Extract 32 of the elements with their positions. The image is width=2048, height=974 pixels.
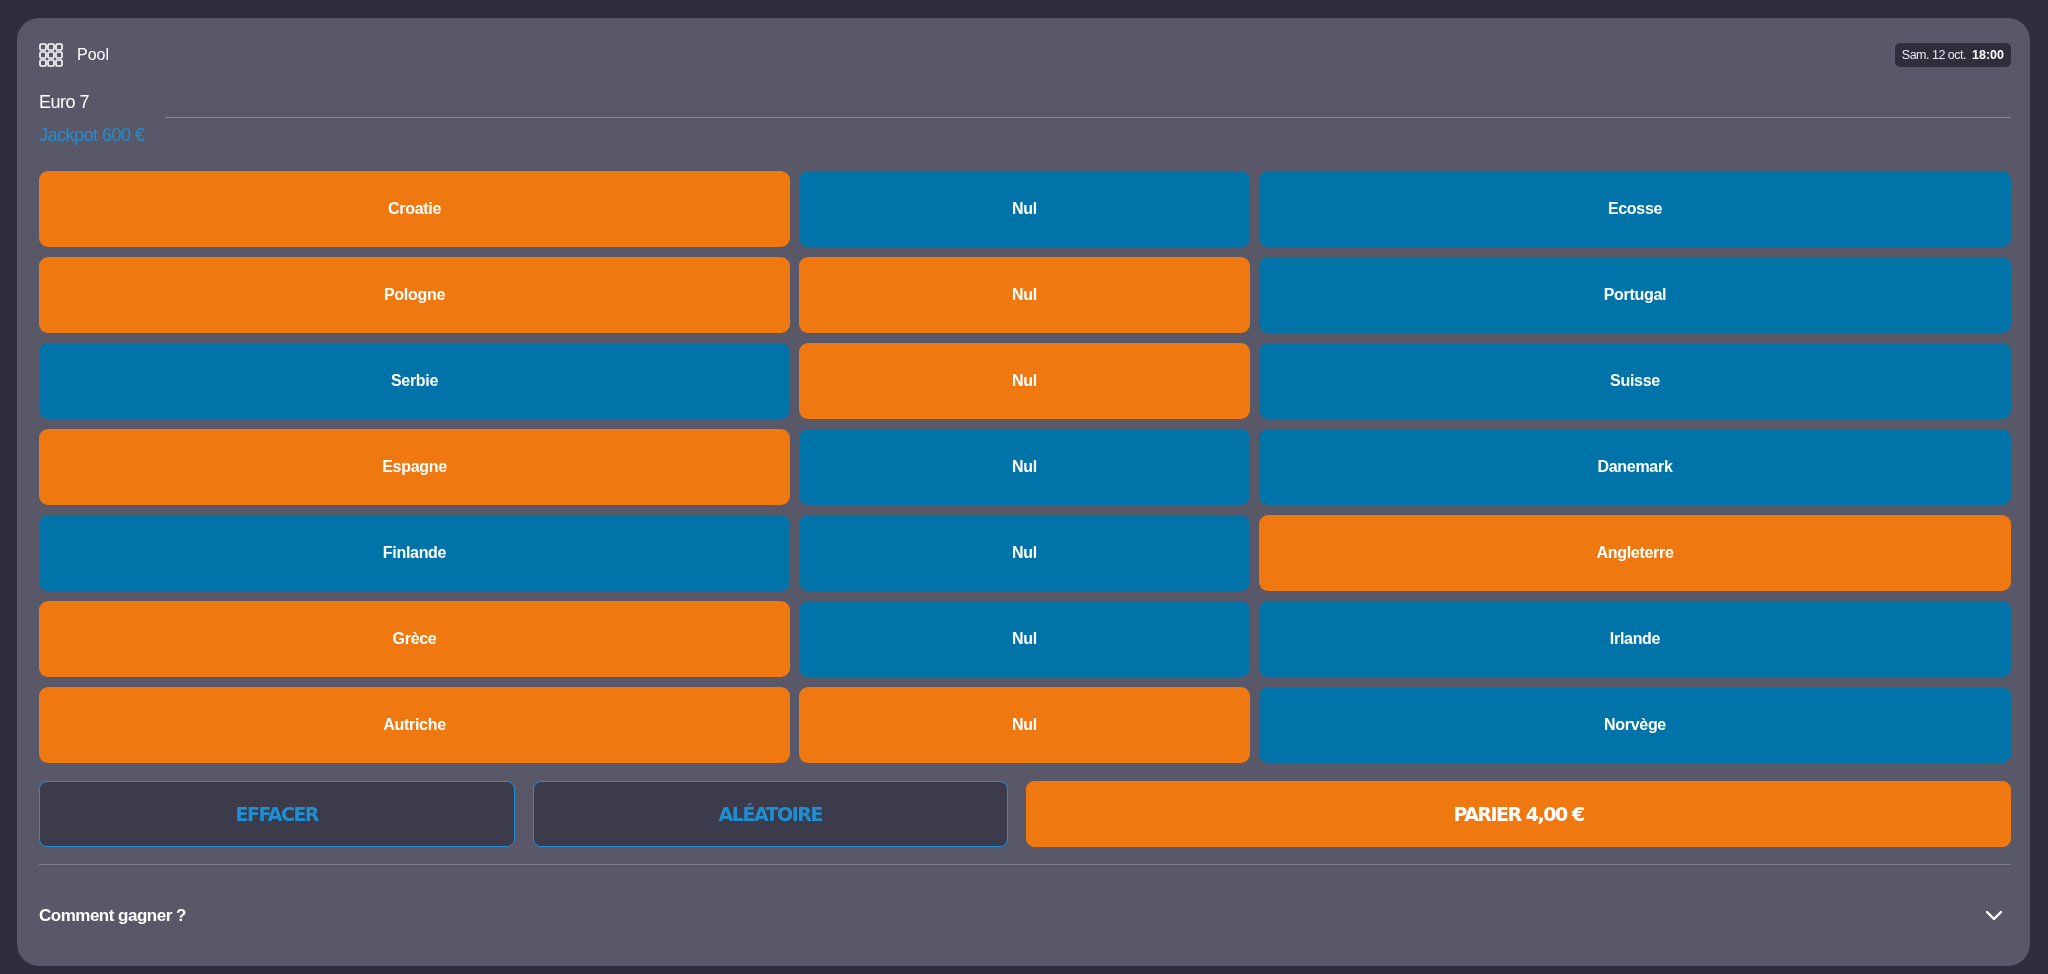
- outcome-option[interactable]: Nul: [799, 687, 1250, 763]
- how-to-win-label[interactable]: Comment gagner ?: [39, 905, 186, 926]
- outcome-option[interactable]: Danemark: [1259, 429, 2011, 505]
- outcome-option[interactable]: Nul: [799, 429, 1250, 505]
- outcome-option[interactable]: Irlande: [1259, 601, 2011, 677]
- outcome-option[interactable]: Nul: [799, 257, 1250, 333]
- grid-icon: [39, 43, 63, 67]
- outcome-option[interactable]: Grèce: [39, 601, 790, 677]
- match-date: Sam. 12 oct.: [1901, 48, 1966, 62]
- match-time: 18:00: [1972, 48, 2004, 62]
- action-button[interactable]: EFFACER: [39, 781, 515, 847]
- outcome-option[interactable]: Finlande: [39, 515, 790, 591]
- outcome-option[interactable]: Nul: [799, 515, 1250, 591]
- outcome-option[interactable]: Serbie: [39, 343, 790, 419]
- outcome-option[interactable]: Nul: [799, 601, 1250, 677]
- game-name: Euro 7: [39, 92, 91, 113]
- outcome-option[interactable]: Ecosse: [1259, 171, 2011, 247]
- outcome-option[interactable]: Suisse: [1259, 343, 2011, 419]
- outcome-option[interactable]: Nul: [799, 343, 1250, 419]
- jackpot-amount: Jackpot 600 €: [39, 125, 145, 146]
- outcome-option[interactable]: Angleterre: [1259, 515, 2011, 591]
- bet-button[interactable]: PARIER 4,00 €: [1026, 781, 2011, 847]
- chevron-icon[interactable]: [1985, 910, 2003, 921]
- outcome-option[interactable]: Espagne: [39, 429, 790, 505]
- action-button[interactable]: ALÉATOIRE: [532, 781, 1008, 847]
- outcome-option[interactable]: Autriche: [39, 687, 790, 763]
- outcome-option[interactable]: Nul: [799, 171, 1250, 247]
- pool-title: Pool: [77, 46, 110, 64]
- outcome-option[interactable]: Croatie: [39, 171, 790, 247]
- outcome-option[interactable]: Norvège: [1259, 687, 2011, 763]
- outcome-option[interactable]: Pologne: [39, 257, 790, 333]
- outcome-option[interactable]: Portugal: [1259, 257, 2011, 333]
